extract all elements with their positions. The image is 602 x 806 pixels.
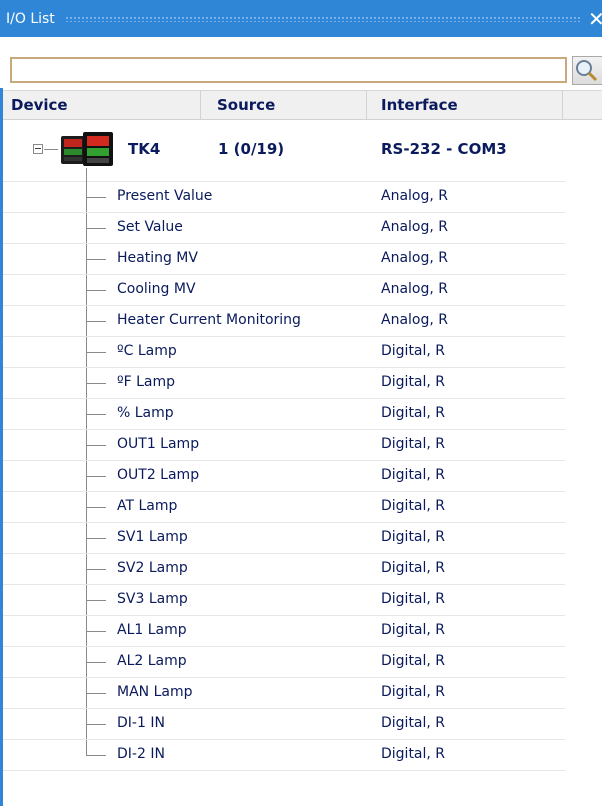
tree-connector bbox=[86, 569, 106, 570]
io-item-row[interactable]: % Lamp Digital, R bbox=[3, 399, 565, 430]
tree-connector bbox=[86, 662, 106, 663]
tree-connector bbox=[86, 693, 106, 694]
collapse-icon[interactable] bbox=[33, 144, 43, 154]
io-item-interface: Digital, R bbox=[381, 498, 446, 514]
io-item-row[interactable]: ºF Lamp Digital, R bbox=[3, 368, 565, 399]
search-button[interactable] bbox=[572, 56, 602, 85]
search-row bbox=[0, 37, 602, 88]
io-item-name: SV1 Lamp bbox=[117, 529, 188, 545]
tree-connector bbox=[86, 755, 106, 756]
io-item-interface: Digital, R bbox=[381, 343, 446, 359]
io-item-name: Set Value bbox=[117, 219, 183, 235]
io-item-interface: Digital, R bbox=[381, 653, 446, 669]
io-item-name: Present Value bbox=[117, 188, 213, 204]
column-header-device[interactable]: Device bbox=[3, 91, 201, 120]
search-icon bbox=[576, 60, 598, 82]
tree-connector bbox=[86, 383, 106, 384]
io-item-interface: Digital, R bbox=[381, 715, 446, 731]
tree-connector bbox=[86, 414, 106, 415]
device-name: TK4 bbox=[128, 140, 161, 158]
io-item-name: Cooling MV bbox=[117, 281, 196, 297]
io-item-row[interactable]: AT Lamp Digital, R bbox=[3, 492, 565, 523]
tree-connector bbox=[86, 538, 106, 539]
io-item-interface: Analog, R bbox=[381, 312, 448, 328]
io-item-interface: Digital, R bbox=[381, 374, 446, 390]
io-item-interface: Digital, R bbox=[381, 684, 446, 700]
io-item-row[interactable]: SV1 Lamp Digital, R bbox=[3, 523, 565, 554]
io-item-row[interactable]: AL2 Lamp Digital, R bbox=[3, 647, 565, 678]
tree-connector bbox=[86, 321, 106, 322]
tree-connector bbox=[86, 600, 106, 601]
title-bar[interactable]: I/O List ✕ bbox=[0, 0, 602, 37]
io-item-interface: Digital, R bbox=[381, 591, 446, 607]
io-item-interface: Digital, R bbox=[381, 746, 446, 762]
io-item-interface: Digital, R bbox=[381, 560, 446, 576]
io-item-row[interactable]: OUT1 Lamp Digital, R bbox=[3, 430, 565, 461]
io-item-row[interactable]: AL1 Lamp Digital, R bbox=[3, 616, 565, 647]
io-item-interface: Digital, R bbox=[381, 467, 446, 483]
temperature-controller-icon bbox=[61, 132, 113, 166]
io-item-name: AT Lamp bbox=[117, 498, 178, 514]
io-item-interface: Analog, R bbox=[381, 250, 448, 266]
tree-connector bbox=[86, 724, 106, 725]
column-header: Device Source Interface bbox=[3, 90, 602, 120]
io-item-name: DI-1 IN bbox=[117, 715, 165, 731]
io-item-interface: Digital, R bbox=[381, 622, 446, 638]
tree-connector bbox=[86, 631, 106, 632]
io-item-interface: Analog, R bbox=[381, 188, 448, 204]
io-item-interface: Digital, R bbox=[381, 405, 446, 421]
search-input[interactable] bbox=[10, 57, 567, 83]
io-item-row[interactable]: MAN Lamp Digital, R bbox=[3, 678, 565, 709]
io-item-row[interactable]: Cooling MV Analog, R bbox=[3, 275, 565, 306]
tree-connector bbox=[86, 476, 106, 477]
tree-connector bbox=[86, 197, 106, 198]
io-item-row[interactable]: SV3 Lamp Digital, R bbox=[3, 585, 565, 616]
io-item-row[interactable]: DI-1 IN Digital, R bbox=[3, 709, 565, 740]
device-row[interactable]: TK4 1 (0/19) RS-232 - COM3 bbox=[3, 121, 565, 182]
io-item-interface: Analog, R bbox=[381, 281, 448, 297]
window-title: I/O List bbox=[6, 10, 55, 27]
tree-line bbox=[86, 168, 87, 182]
io-item-name: Heater Current Monitoring bbox=[117, 312, 301, 328]
io-item-row[interactable]: OUT2 Lamp Digital, R bbox=[3, 461, 565, 492]
io-item-list: Present Value Analog, R Set Value Analog, R… bbox=[3, 182, 565, 771]
io-item-row[interactable]: Set Value Analog, R bbox=[3, 213, 565, 244]
io-item-row[interactable]: Heating MV Analog, R bbox=[3, 244, 565, 275]
tree-connector bbox=[86, 259, 106, 260]
tree-connector bbox=[86, 352, 106, 353]
device-source: 1 (0/19) bbox=[218, 140, 285, 158]
io-item-interface: Digital, R bbox=[381, 436, 446, 452]
io-item-name: Heating MV bbox=[117, 250, 198, 266]
device-interface: RS-232 - COM3 bbox=[381, 140, 507, 158]
tree-connector bbox=[44, 149, 58, 150]
io-item-name: OUT1 Lamp bbox=[117, 436, 200, 452]
tree-connector bbox=[86, 507, 106, 508]
drag-grip[interactable] bbox=[64, 15, 582, 22]
close-icon[interactable]: ✕ bbox=[588, 9, 602, 29]
io-item-name: DI-2 IN bbox=[117, 746, 165, 762]
io-item-row[interactable]: ºC Lamp Digital, R bbox=[3, 337, 565, 368]
io-item-interface: Digital, R bbox=[381, 529, 446, 545]
io-item-name: MAN Lamp bbox=[117, 684, 193, 700]
io-item-row[interactable]: Present Value Analog, R bbox=[3, 182, 565, 213]
io-item-name: OUT2 Lamp bbox=[117, 467, 200, 483]
io-item-name: AL1 Lamp bbox=[117, 622, 187, 638]
io-item-name: % Lamp bbox=[117, 405, 174, 421]
tree-connector bbox=[86, 290, 106, 291]
column-header-source[interactable]: Source bbox=[201, 91, 367, 120]
tree-connector bbox=[86, 228, 106, 229]
io-item-name: ºC Lamp bbox=[117, 343, 177, 359]
io-item-row[interactable]: Heater Current Monitoring Analog, R bbox=[3, 306, 565, 337]
io-item-name: ºF Lamp bbox=[117, 374, 176, 390]
io-item-row[interactable]: DI-2 IN Digital, R bbox=[3, 740, 565, 771]
io-item-interface: Analog, R bbox=[381, 219, 448, 235]
tree-connector bbox=[86, 445, 106, 446]
io-item-name: SV3 Lamp bbox=[117, 591, 188, 607]
io-item-name: SV2 Lamp bbox=[117, 560, 188, 576]
column-header-interface[interactable]: Interface bbox=[367, 91, 563, 120]
io-item-name: AL2 Lamp bbox=[117, 653, 187, 669]
io-item-row[interactable]: SV2 Lamp Digital, R bbox=[3, 554, 565, 585]
